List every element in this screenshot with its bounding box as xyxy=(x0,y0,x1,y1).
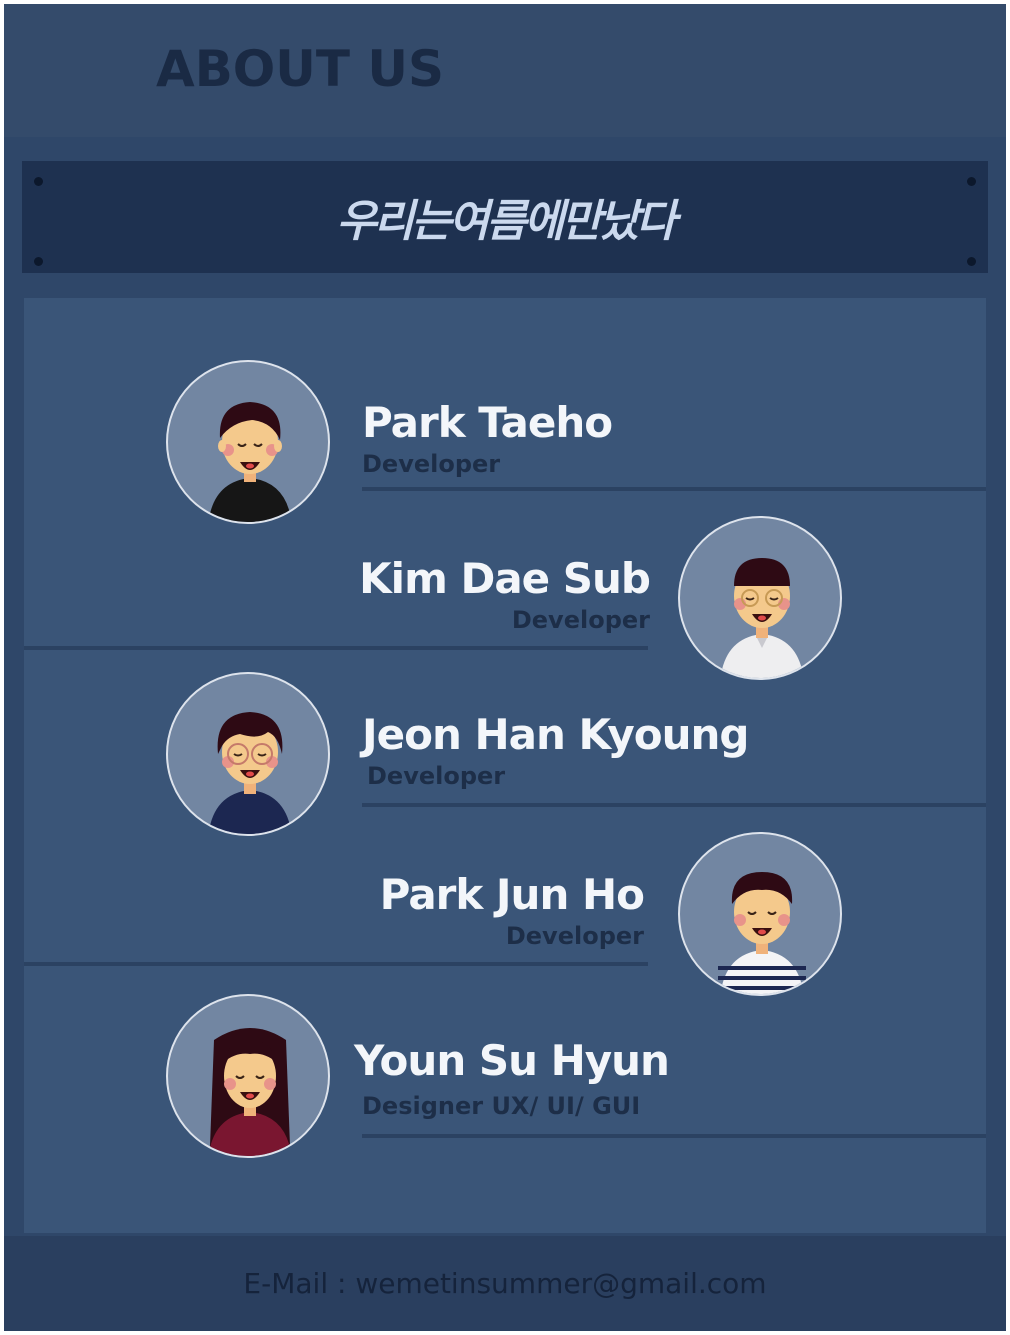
member-name: Park Taeho xyxy=(362,398,613,447)
member-role: Developer xyxy=(511,606,650,634)
divider xyxy=(362,487,986,491)
member-role: Designer UX/ UI/ GUI xyxy=(362,1092,641,1120)
divider xyxy=(362,803,986,807)
member-role: Developer xyxy=(505,922,644,950)
team-panel: Park Taeho Developer Kim Dae Sub Develop… xyxy=(24,298,986,1233)
banner: 우리는여름에만났다 xyxy=(22,161,988,273)
footer: E-Mail : wemetinsummer@gmail.com xyxy=(4,1236,1006,1331)
page-title: ABOUT US xyxy=(156,40,445,98)
divider xyxy=(24,646,648,650)
member-role: Developer xyxy=(362,450,501,478)
header: ABOUT US xyxy=(4,4,1006,137)
member-role: Developer xyxy=(367,762,506,790)
girl-avatar-long-hair-icon xyxy=(166,994,330,1158)
rivet-icon xyxy=(967,257,976,266)
member-name: Jeon Han Kyoung xyxy=(362,710,749,759)
boy-avatar-striped-shirt-icon xyxy=(678,832,842,996)
member-name: Park Jun Ho xyxy=(379,870,645,919)
divider xyxy=(24,962,648,966)
rivet-icon xyxy=(34,257,43,266)
about-page: ABOUT US 우리는여름에만났다 Park Taeho Developer xyxy=(4,4,1006,1331)
contact-email[interactable]: E-Mail : wemetinsummer@gmail.com xyxy=(4,1267,1006,1300)
member-name: Kim Dae Sub xyxy=(359,554,651,603)
divider xyxy=(362,1134,986,1138)
boy-avatar-black-shirt-icon xyxy=(166,360,330,524)
avatar-navy-shirt-round-glasses-icon xyxy=(166,672,330,836)
boy-avatar-white-shirt-glasses-icon xyxy=(678,516,842,680)
banner-title: 우리는여름에만났다 xyxy=(336,196,676,247)
member-name: Youn Su Hyun xyxy=(354,1036,670,1085)
